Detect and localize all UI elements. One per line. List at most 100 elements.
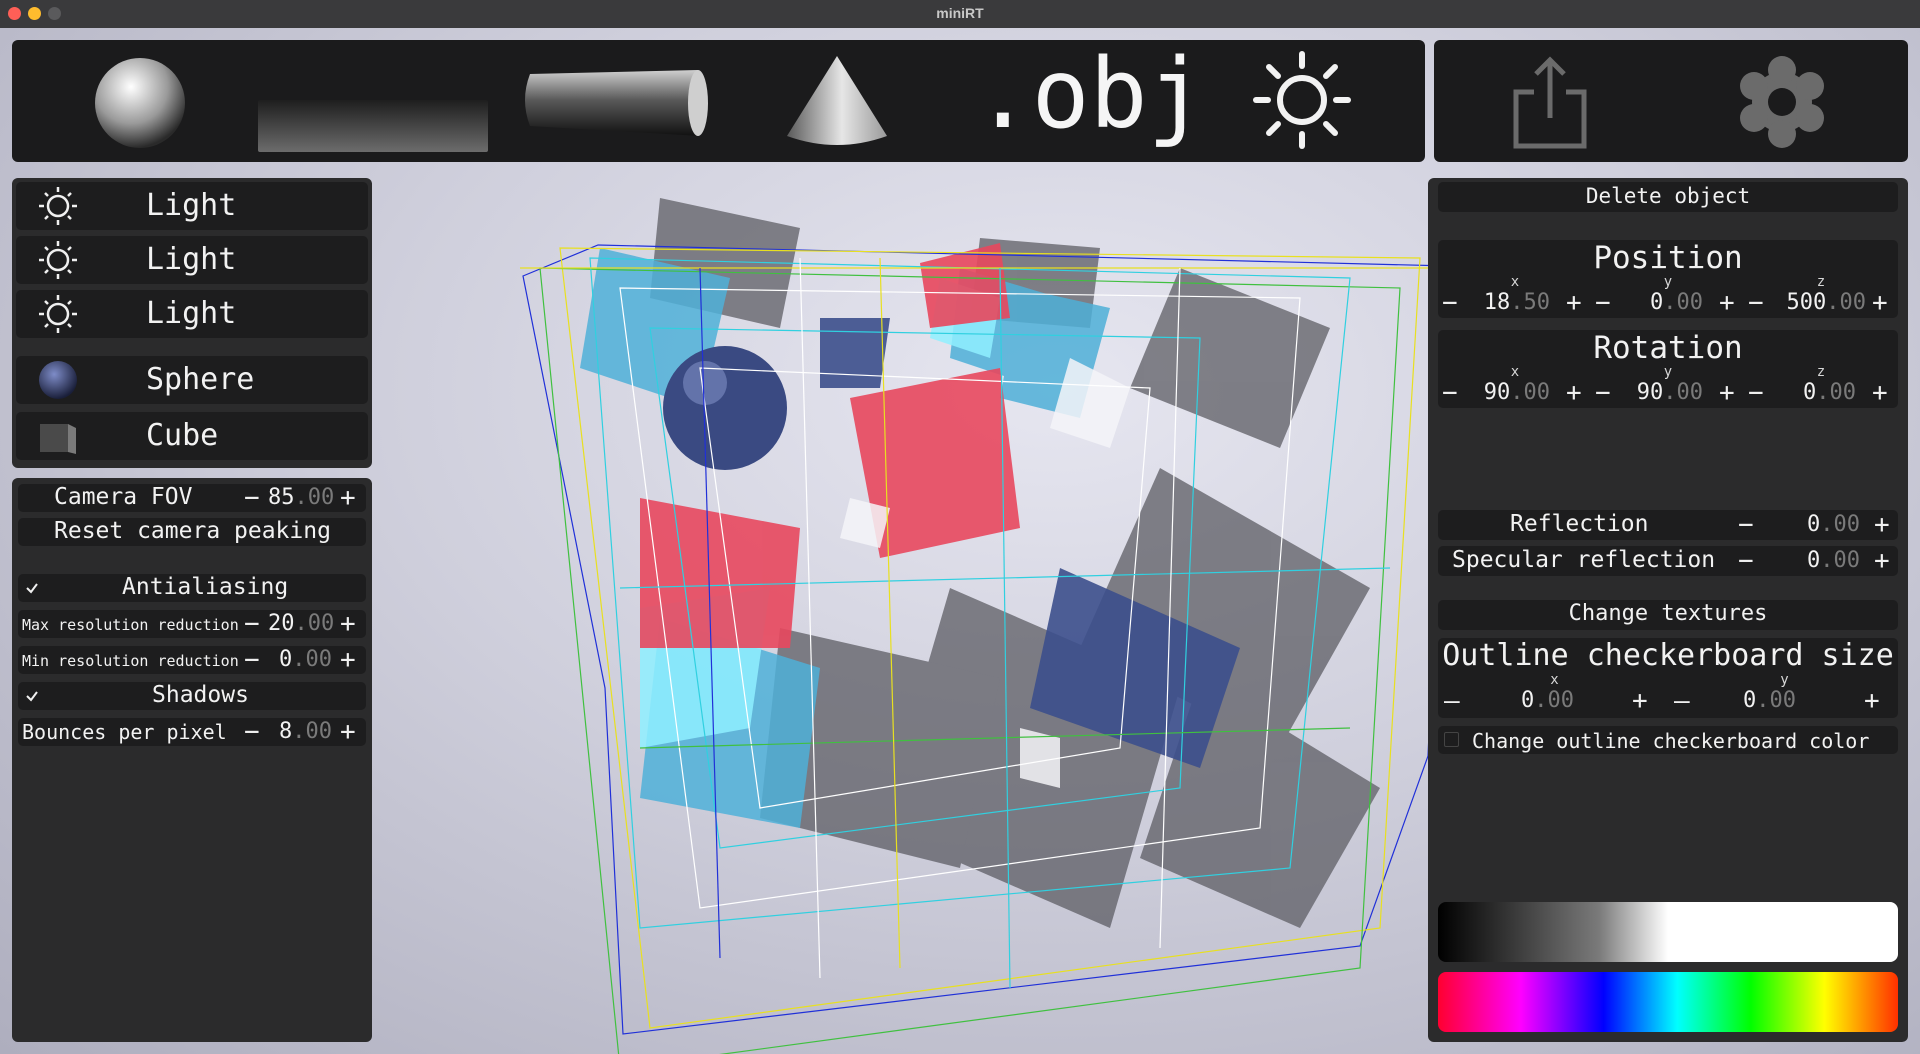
position-z-decrement-button[interactable]: − <box>1748 290 1764 316</box>
min-res-value[interactable]: 0.00 <box>268 647 332 673</box>
object-item-light[interactable]: Light <box>16 236 368 284</box>
rotation-y-increment-button[interactable]: + <box>1719 380 1735 406</box>
object-list-panel: Light Light Light Sphere Cube <box>12 178 372 468</box>
object-label: Sphere <box>146 362 255 397</box>
antialiasing-checkbox[interactable] <box>24 580 40 596</box>
min-res-increment-button[interactable]: + <box>340 647 356 673</box>
position-y-decrement-button[interactable]: − <box>1595 290 1611 316</box>
position-z-value[interactable]: 500.00 <box>1768 290 1867 316</box>
position-label: Position <box>1593 240 1743 276</box>
bounces-value[interactable]: 8.00 <box>268 719 332 745</box>
rotation-z-increment-button[interactable]: + <box>1872 380 1888 406</box>
add-light-button[interactable] <box>1252 50 1352 150</box>
object-label: Cube <box>146 418 219 453</box>
obj-label: .obj <box>974 38 1206 150</box>
shadows-row[interactable]: Shadows <box>18 682 366 710</box>
position-x-value[interactable]: 18.50 <box>1462 290 1550 316</box>
sphere-icon <box>95 58 185 148</box>
position-y-value[interactable]: 0.00 <box>1615 290 1703 316</box>
reflection-value[interactable]: 0.00 <box>1768 512 1860 538</box>
settings-button[interactable] <box>1736 56 1828 148</box>
shadows-checkbox[interactable] <box>24 688 40 704</box>
bounces-decrement-button[interactable]: − <box>244 719 260 745</box>
checker-y-increment-button[interactable]: + <box>1864 688 1880 714</box>
change-textures-button[interactable]: Change textures <box>1438 600 1898 630</box>
checkerboard-size-label: Outline checkerboard size <box>1442 638 1894 673</box>
specular-value[interactable]: 0.00 <box>1768 548 1860 574</box>
rotation-x-decrement-button[interactable]: − <box>1442 380 1458 406</box>
add-obj-button[interactable]: .obj <box>974 38 1206 152</box>
position-x-increment-button[interactable]: + <box>1566 290 1582 316</box>
position-x-decrement-button[interactable]: − <box>1442 290 1458 316</box>
fov-value[interactable]: 85.00 <box>268 485 334 511</box>
max-resolution-label: Max resolution reduction <box>22 616 239 634</box>
antialiasing-label: Antialiasing <box>122 574 289 600</box>
checker-y-value[interactable]: 0.00 <box>1700 688 1796 714</box>
checker-x-decrement-button[interactable]: — <box>1444 688 1460 714</box>
window-title: miniRT <box>936 5 984 21</box>
checker-x-value[interactable]: 0.00 <box>1478 688 1574 714</box>
checker-color-label: Change outline checkerboard color <box>1472 729 1870 753</box>
min-resolution-row: Min resolution reduction − 0.00 + <box>18 646 366 674</box>
object-item-light[interactable]: Light <box>16 290 368 338</box>
rotation-label: Rotation <box>1593 330 1743 366</box>
specular-increment-button[interactable]: + <box>1874 548 1890 574</box>
rotation-z-value[interactable]: 0.00 <box>1768 380 1856 406</box>
rotation-x-value[interactable]: 90.00 <box>1462 380 1550 406</box>
toolbar-right <box>1434 40 1908 162</box>
rotation-y-value[interactable]: 90.00 <box>1615 380 1703 406</box>
sun-icon <box>39 295 77 333</box>
camera-fov-row: Camera FOV − 85.00 + <box>18 484 366 512</box>
rotation-x-increment-button[interactable]: + <box>1566 380 1582 406</box>
checker-color-checkbox[interactable] <box>1444 732 1459 747</box>
max-res-decrement-button[interactable]: − <box>244 611 260 637</box>
cylinder-icon <box>525 70 708 136</box>
max-res-value[interactable]: 20.00 <box>268 611 334 637</box>
specular-reflection-label: Specular reflection <box>1452 547 1716 573</box>
rotation-z-decrement-button[interactable]: − <box>1748 380 1764 406</box>
reflection-decrement-button[interactable]: − <box>1738 512 1754 538</box>
reflection-increment-button[interactable]: + <box>1874 512 1890 538</box>
export-icon <box>1513 56 1587 149</box>
rotation-y-decrement-button[interactable]: − <box>1595 380 1611 406</box>
min-resolution-label: Min resolution reduction <box>22 652 239 670</box>
reset-camera-button[interactable]: Reset camera peaking <box>18 518 366 546</box>
position-z-increment-button[interactable]: + <box>1872 290 1888 316</box>
shadows-label: Shadows <box>152 682 249 708</box>
checkerboard-size-section: Outline checkerboard size x y — 0.00 + —… <box>1438 638 1898 718</box>
camera-settings-panel: Camera FOV − 85.00 + Reset camera peakin… <box>12 478 372 1042</box>
title-bar: miniRT <box>0 0 1920 29</box>
object-label: Light <box>146 296 237 331</box>
add-cylinder-button[interactable] <box>518 62 714 144</box>
add-plane-button[interactable] <box>258 100 488 154</box>
plane-icon <box>258 100 488 152</box>
fov-increment-button[interactable]: + <box>340 485 356 511</box>
change-textures-label: Change textures <box>1568 601 1768 626</box>
checker-x-increment-button[interactable]: + <box>1632 688 1648 714</box>
reset-camera-label: Reset camera peaking <box>54 518 331 544</box>
position-y-increment-button[interactable]: + <box>1719 290 1735 316</box>
min-res-decrement-button[interactable]: − <box>244 647 260 673</box>
add-cone-button[interactable] <box>784 54 890 150</box>
object-item-cube[interactable]: Cube <box>16 412 368 460</box>
checker-color-row[interactable]: Change outline checkerboard color <box>1438 726 1898 754</box>
specular-reflection-row: Specular reflection − 0.00 + <box>1438 546 1898 576</box>
brightness-picker[interactable] <box>1438 902 1898 962</box>
position-section: Position x y z − 18.50 + − 0.00 + − 500.… <box>1438 240 1898 318</box>
bounces-increment-button[interactable]: + <box>340 719 356 745</box>
export-button[interactable] <box>1510 54 1590 150</box>
delete-object-button[interactable]: Delete object <box>1438 182 1898 212</box>
max-res-increment-button[interactable]: + <box>340 611 356 637</box>
antialiasing-row[interactable]: Antialiasing <box>18 574 366 602</box>
add-sphere-button[interactable] <box>92 53 188 149</box>
reflection-row: Reflection − 0.00 + <box>1438 510 1898 540</box>
sphere-icon <box>39 361 77 399</box>
fov-decrement-button[interactable]: − <box>244 485 260 511</box>
reflection-label: Reflection <box>1510 511 1649 537</box>
specular-decrement-button[interactable]: − <box>1738 548 1754 574</box>
bounces-label: Bounces per pixel <box>22 720 227 744</box>
object-item-sphere[interactable]: Sphere <box>16 356 368 404</box>
object-item-light[interactable]: Light <box>16 182 368 230</box>
hue-picker[interactable] <box>1438 972 1898 1032</box>
checker-y-decrement-button[interactable]: — <box>1674 688 1690 714</box>
